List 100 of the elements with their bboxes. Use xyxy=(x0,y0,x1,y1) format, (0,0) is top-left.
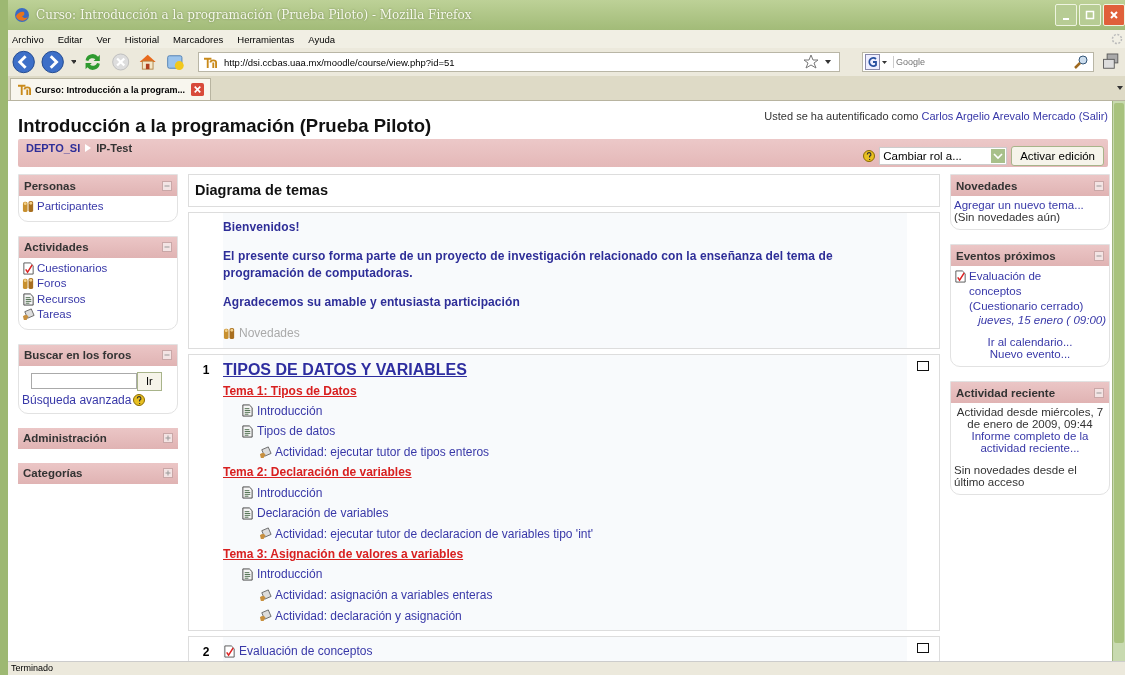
dropdown-icon xyxy=(991,149,1006,163)
address-field[interactable]: http://dsi.ccbas.uaa.mx/moodle/course/view.php?id=51 xyxy=(198,52,841,72)
document-icon xyxy=(241,486,254,500)
advanced-search-link[interactable]: Búsqueda avanzada xyxy=(22,392,132,407)
url-text: http://dsi.ccbas.uaa.mx/moodle/course/view.php?id=51 xyxy=(224,56,456,68)
section-title-link[interactable]: TIPOS DE DATOS Y VARIABLES xyxy=(223,360,907,379)
help-icon[interactable] xyxy=(133,393,146,406)
paper-icon xyxy=(259,527,272,541)
document-icon xyxy=(241,567,254,581)
block-link[interactable]: Cuestionarios xyxy=(37,260,108,276)
paper-icon xyxy=(259,588,272,602)
course-link[interactable]: Declaración de variables xyxy=(257,506,389,521)
search-icon[interactable] xyxy=(1072,54,1089,70)
people-icon xyxy=(22,277,35,291)
star-icon[interactable] xyxy=(803,54,820,70)
block-title: Administración xyxy=(23,432,107,444)
minimize-icon xyxy=(1063,18,1069,20)
window-title: Curso: Introducción a la programación (Prueba Piloto) - Mozilla Firefox xyxy=(36,8,473,22)
menu-item[interactable]: Editar xyxy=(57,33,83,45)
site-icon xyxy=(17,83,32,96)
paper-icon xyxy=(259,609,272,623)
site-icon xyxy=(203,55,219,69)
login-info: Usted se ha autentificado como Carlos Argelio Arevalo Mercado (Salir) xyxy=(764,110,1108,122)
document-icon xyxy=(241,404,254,418)
block-title: Categorías xyxy=(23,467,83,479)
browser-tab[interactable]: Curso: Introducción a la program... xyxy=(10,78,212,100)
menu-item[interactable]: Ayuda xyxy=(308,33,336,45)
event-link[interactable]: Evaluación de conceptos (Cuestionario cerrado) xyxy=(969,269,1092,314)
edit-button[interactable]: Activar edición xyxy=(1011,146,1104,166)
event-date-link[interactable]: jueves, 15 enero ( 09:00) xyxy=(978,314,1106,326)
course-link[interactable]: Evaluación de conceptos xyxy=(239,644,373,659)
checked-document-icon xyxy=(954,270,967,283)
dropdown-icon[interactable] xyxy=(825,60,832,64)
add-topic-link[interactable]: Agregar un nuevo tema... xyxy=(954,199,1106,211)
expand-icon[interactable] xyxy=(163,433,173,443)
course-link[interactable]: Tipos de datos xyxy=(257,424,336,439)
status-text: Terminado xyxy=(11,663,54,673)
separator-icon xyxy=(85,144,92,152)
block-link[interactable]: Recursos xyxy=(37,291,86,307)
section-number: 1 xyxy=(202,362,210,377)
course-link[interactable]: Actividad: asignación a variables enteras xyxy=(275,588,493,603)
course-title: Introducción a la programación (Prueba Piloto) xyxy=(18,115,432,137)
tab-list-icon[interactable] xyxy=(1117,86,1123,90)
course-link[interactable]: Actividad: declaración y asignación xyxy=(275,608,462,623)
menu-item[interactable]: Marcadores xyxy=(173,33,224,45)
block-title: Personas xyxy=(24,179,76,192)
people-icon xyxy=(22,200,35,214)
logout-link[interactable]: (Salir) xyxy=(1078,110,1108,122)
history-dropdown-icon[interactable] xyxy=(70,60,77,64)
calendar-link[interactable]: Nuevo evento... xyxy=(954,348,1106,360)
scroll-thumb[interactable] xyxy=(1114,103,1124,643)
maximize-icon xyxy=(1085,10,1095,20)
calendar-link[interactable]: Ir al calendario... xyxy=(954,336,1106,348)
course-link[interactable]: Introducción xyxy=(257,403,323,418)
menu-item[interactable]: Ver xyxy=(96,33,111,45)
scrollbar[interactable] xyxy=(1112,101,1125,661)
menu-item[interactable]: Herramientas xyxy=(237,33,295,45)
course-link[interactable]: Introducción xyxy=(257,567,323,582)
close-icon xyxy=(1109,10,1119,20)
menu-item[interactable]: Historial xyxy=(124,33,160,45)
highlight-toggle-icon[interactable] xyxy=(917,642,929,653)
highlight-toggle-icon[interactable] xyxy=(917,360,929,371)
course-link[interactable]: Introducción xyxy=(257,485,323,500)
block-link[interactable]: Foros xyxy=(37,276,67,292)
user-link[interactable]: Carlos Argelio Arevalo Mercado xyxy=(921,110,1076,122)
checked-document-icon xyxy=(22,261,35,275)
block-link[interactable]: Tareas xyxy=(37,307,72,323)
recent-since: Actividad desde miércoles, 7 de enero de 2009, 09:44 xyxy=(955,406,1105,430)
topics-heading: Diagrama de temas xyxy=(195,182,328,198)
course-link[interactable]: Actividad: ejecutar tutor de declaracion de variables tipo 'int' xyxy=(275,526,594,541)
block-title: Actividad reciente xyxy=(956,386,1056,399)
back-button[interactable] xyxy=(12,50,36,74)
news-note: (Sin novedades aún) xyxy=(954,211,1062,223)
breadcrumb-link[interactable]: DEPTO_SI xyxy=(26,142,81,154)
block-link[interactable]: Participantes xyxy=(37,199,104,215)
close-tab-icon[interactable] xyxy=(191,83,205,96)
help-icon[interactable] xyxy=(863,150,876,162)
role-select[interactable]: Cambiar rol a... xyxy=(879,147,1008,165)
paper-icon xyxy=(22,308,35,322)
welcome-text: Bienvenidos! xyxy=(223,219,301,236)
menu-item[interactable]: Archivo xyxy=(12,33,44,45)
search-field[interactable] xyxy=(31,373,137,389)
document-icon xyxy=(241,506,254,520)
paper-icon xyxy=(259,445,272,459)
browser-logo-icon xyxy=(14,7,30,23)
topic-link[interactable]: Tema 2: Declaración de variables xyxy=(223,462,907,483)
forward-button[interactable] xyxy=(41,50,65,74)
document-icon xyxy=(22,292,35,306)
close-button[interactable] xyxy=(1103,4,1125,26)
document-icon xyxy=(241,425,254,438)
welcome-text: El presente curso forma parte de un proyecto de investigación relacionado con la enseñanza del tema de programación de computadoras. xyxy=(223,248,834,282)
course-link[interactable]: Actividad: ejecutar tutor de tipos enteros xyxy=(275,445,490,460)
topic-link[interactable]: Tema 1: Tipos de Datos xyxy=(223,380,907,401)
search-engine-icon[interactable] xyxy=(865,54,890,70)
full-report-link[interactable]: Informe completo de la actividad reciente... xyxy=(954,430,1106,454)
topic-link[interactable]: Tema 3: Asignación de valores a variables xyxy=(223,544,907,565)
breadcrumb-link[interactable]: IP-Test xyxy=(96,142,133,154)
expand-icon[interactable] xyxy=(163,468,173,478)
go-button[interactable]: Ir xyxy=(137,371,162,391)
web-search-field[interactable]: Google xyxy=(862,52,1094,72)
